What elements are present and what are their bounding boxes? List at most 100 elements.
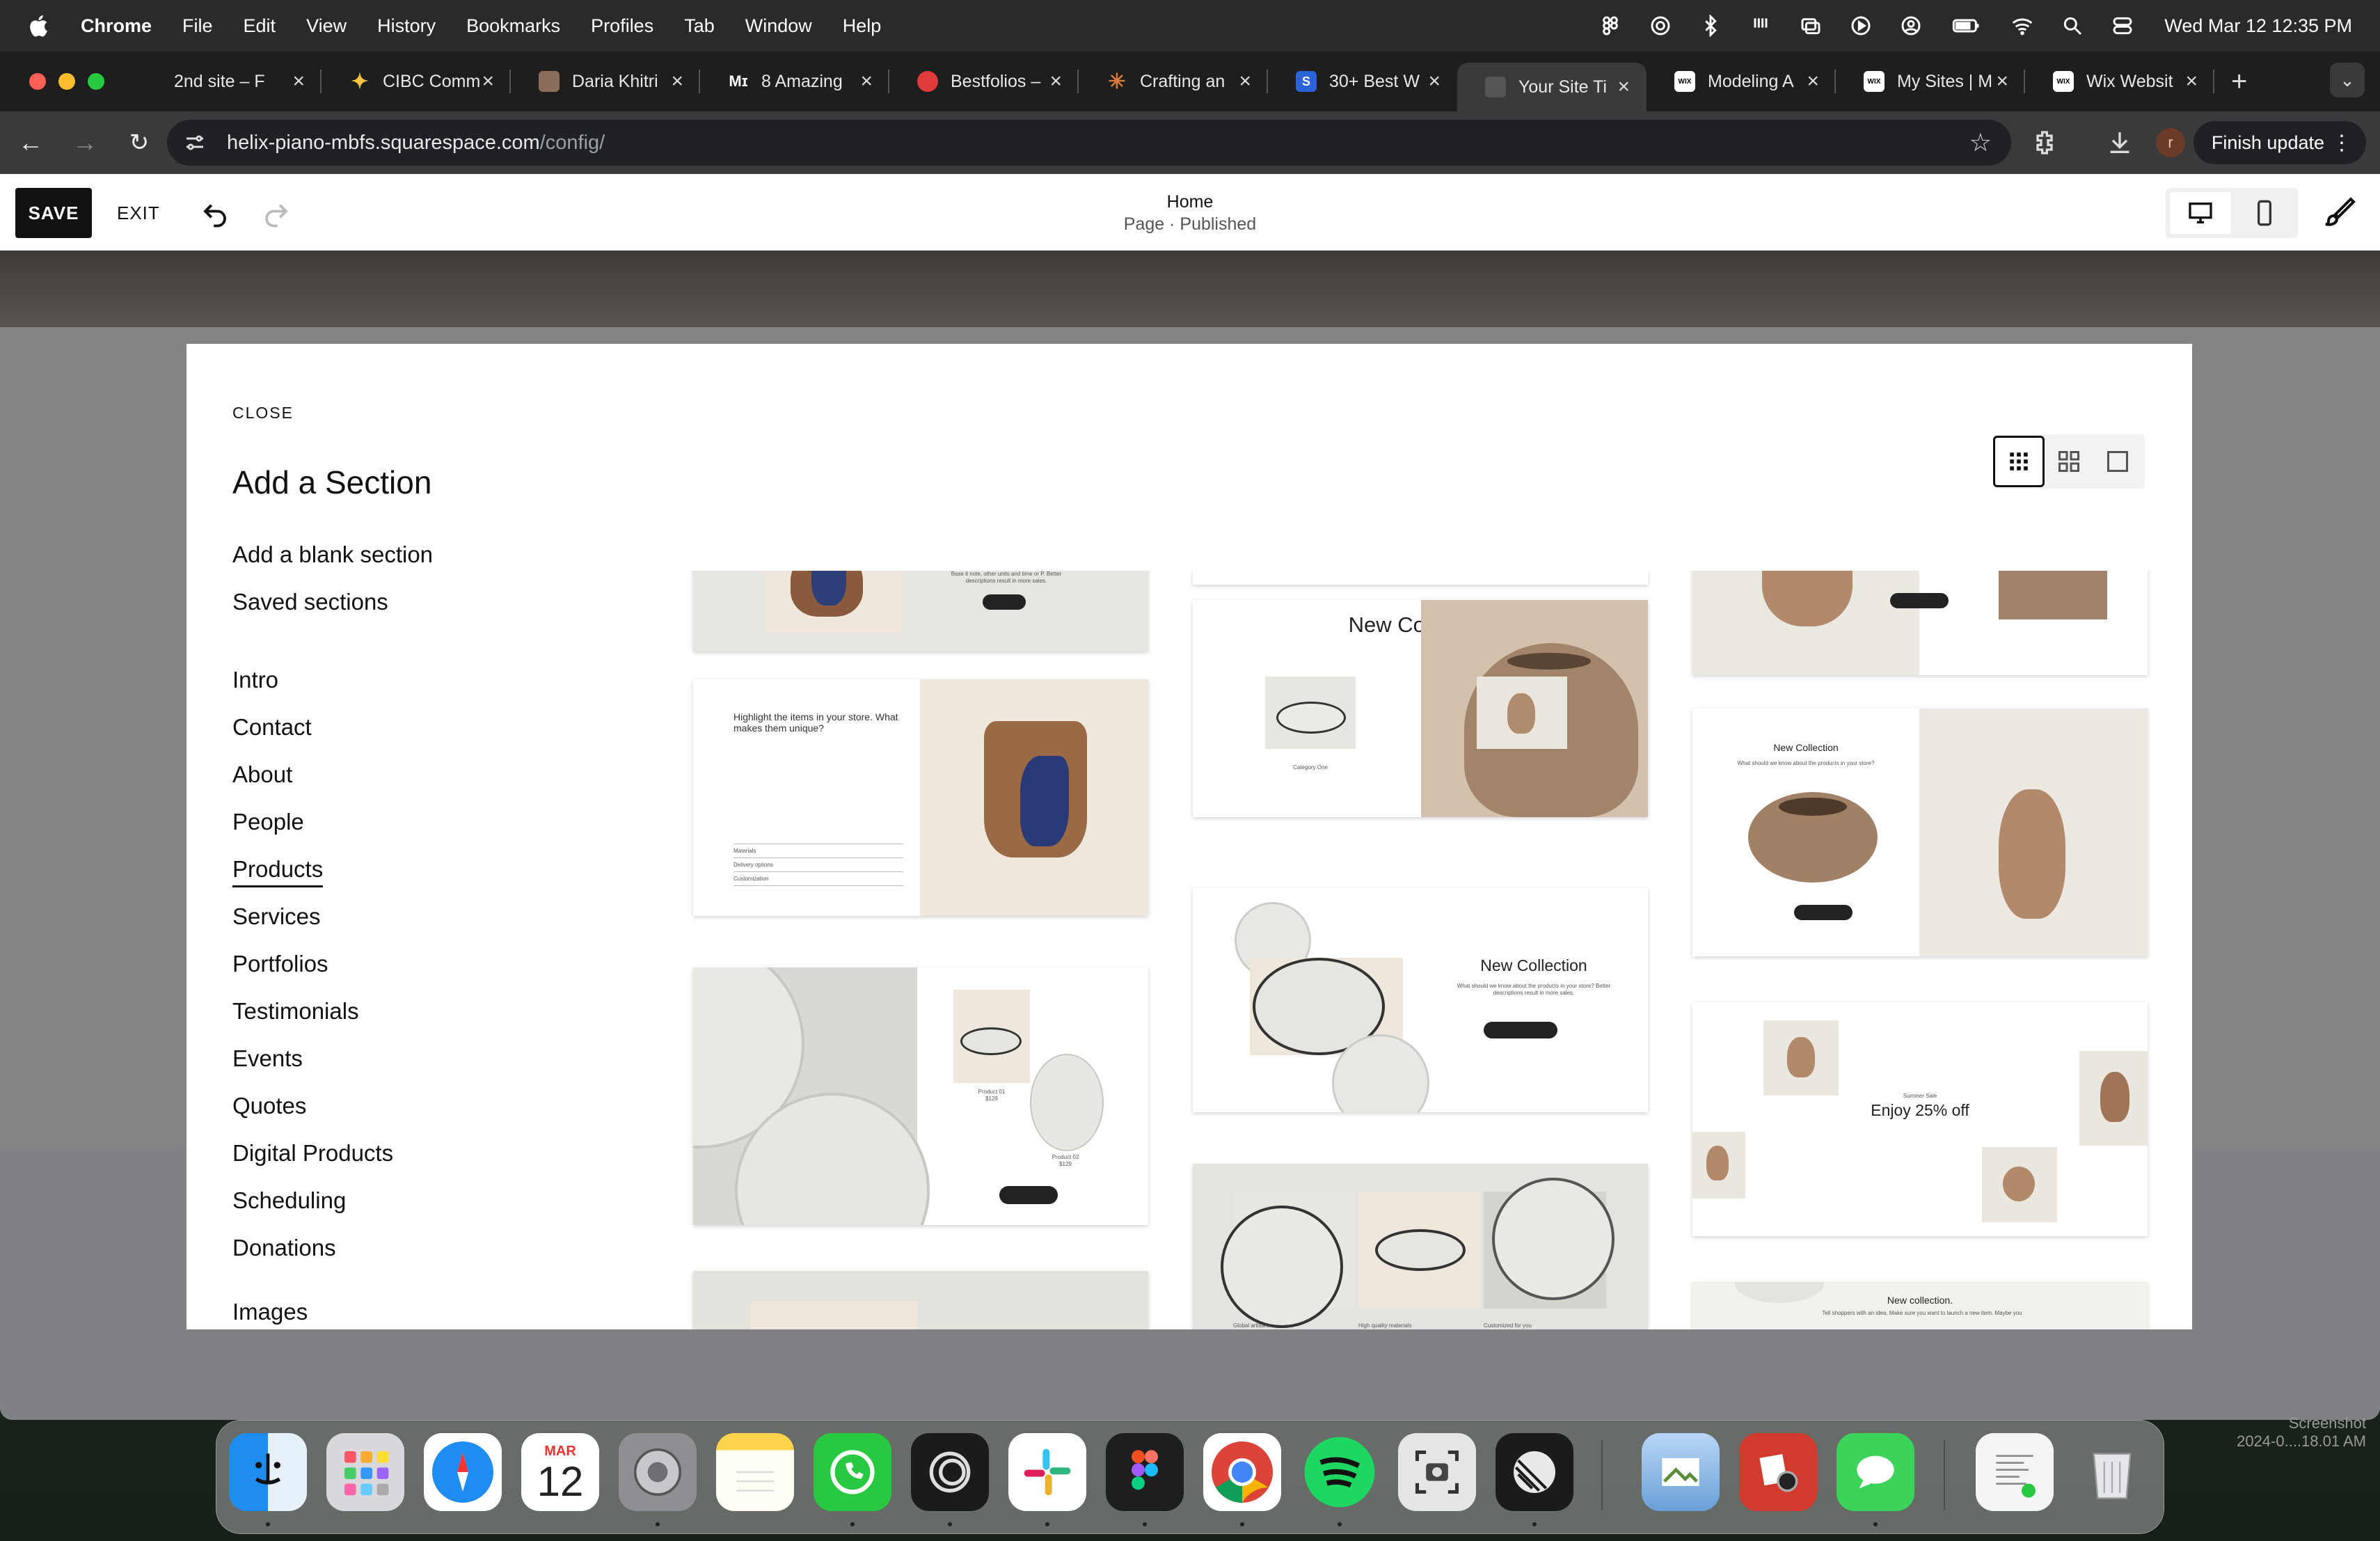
section-preview-card[interactable]: Highlight the items in your store. What … [693, 679, 1148, 916]
forward-button[interactable]: → [70, 127, 100, 158]
menu-history[interactable]: History [377, 15, 436, 37]
messages-icon[interactable] [1836, 1433, 1914, 1511]
bookmark-star-icon[interactable]: ☆ [1969, 128, 1992, 157]
finder-icon[interactable] [229, 1433, 307, 1511]
launchpad-icon[interactable] [326, 1433, 404, 1511]
back-button[interactable]: ← [15, 127, 46, 158]
add-blank-section-link[interactable]: Add a blank section [232, 542, 433, 568]
linear-icon[interactable] [911, 1433, 989, 1511]
menu-window[interactable]: Window [745, 15, 812, 37]
menu-profiles[interactable]: Profiles [591, 15, 653, 37]
menu-file[interactable]: File [182, 15, 213, 37]
wifi-icon[interactable] [2011, 15, 2033, 37]
screenshot-icon[interactable] [1398, 1433, 1476, 1511]
section-preview-card[interactable]: New Collection What should we know about… [1193, 888, 1648, 1112]
whatsapp-icon[interactable] [814, 1433, 891, 1511]
slack-icon[interactable] [1008, 1433, 1086, 1511]
apple-icon[interactable] [26, 13, 53, 39]
preview-icon[interactable] [1642, 1433, 1720, 1511]
tab-close-icon[interactable]: × [1049, 70, 1062, 93]
tab-close-icon[interactable]: × [1807, 70, 1819, 93]
safari-icon[interactable] [424, 1433, 502, 1511]
tab-wix-website[interactable]: WIX Wix Websit × [2025, 57, 2214, 106]
tab-close-icon[interactable]: × [2185, 70, 2198, 93]
tab-close-icon[interactable]: × [292, 70, 305, 93]
section-preview-card[interactable]: Summer Sale Enjoy 25% off [1692, 1002, 2148, 1236]
profile-avatar[interactable]: r [2156, 111, 2185, 174]
desktop-screenshot-label[interactable]: Screenshot 2024-0....18.01 AM [2157, 1414, 2366, 1451]
section-preview-card[interactable]: New collection. Tell shoppers with an id… [1692, 1282, 2148, 1329]
chrome-icon[interactable] [1203, 1433, 1281, 1511]
figma-status-icon[interactable] [1599, 15, 1621, 37]
section-preview-card[interactable] [693, 1271, 1148, 1329]
menu-help[interactable]: Help [843, 15, 882, 37]
tab-daria[interactable]: Daria Khitri × [511, 57, 700, 106]
site-styles-brush-icon[interactable] [2323, 195, 2356, 228]
user-account-icon[interactable] [1900, 15, 1922, 37]
tab-close-icon[interactable]: × [482, 70, 494, 93]
new-tab-button[interactable]: + [2231, 66, 2247, 97]
tab-2nd-site[interactable]: 2nd site – F × [132, 57, 322, 106]
tab-8-amazing[interactable]: Mɪ 8 Amazing × [700, 57, 889, 106]
tab-modeling[interactable]: WIX Modeling A × [1647, 57, 1836, 106]
tab-close-icon[interactable]: × [1239, 70, 1251, 93]
save-button[interactable]: SAVE [15, 188, 92, 238]
trash-icon[interactable] [2073, 1433, 2151, 1511]
section-preview-card[interactable]: Product 01 $129 Product 02 $129 [693, 967, 1148, 1225]
tab-my-sites[interactable]: WIX My Sites | M × [1836, 57, 2025, 106]
small-grid-button[interactable] [1993, 436, 2045, 487]
section-preview-card[interactable]: Global artisans High quality materials C… [1193, 1164, 1648, 1329]
menu-bookmarks[interactable]: Bookmarks [466, 15, 560, 37]
control-center-icon[interactable] [2111, 15, 2134, 37]
airpods-icon[interactable] [1750, 15, 1772, 37]
address-bar[interactable]: helix-piano-mbfs.squarespace.com/config/… [167, 120, 2011, 166]
photo-booth-icon[interactable] [1739, 1433, 1817, 1511]
now-playing-icon[interactable] [1850, 15, 1872, 37]
exit-button[interactable]: EXIT [117, 188, 160, 238]
menu-edit[interactable]: Edit [244, 15, 276, 37]
menu-tab[interactable]: Tab [684, 15, 715, 37]
close-window-button[interactable] [29, 73, 46, 90]
figma-icon[interactable] [1106, 1433, 1184, 1511]
finish-update-button[interactable]: Finish update ⋮ [2193, 121, 2366, 164]
redo-icon[interactable] [262, 199, 291, 228]
minimize-window-button[interactable] [58, 73, 75, 90]
desktop-view-button[interactable] [2170, 192, 2231, 234]
tab-search-button[interactable]: ⌄ [2330, 63, 2365, 97]
tab-close-icon[interactable]: × [1428, 70, 1441, 93]
tab-close-icon[interactable]: × [1996, 70, 2008, 93]
document-thumbnail-icon[interactable] [1976, 1433, 2054, 1511]
screen-mirror-icon[interactable] [1800, 15, 1822, 37]
section-preview-card[interactable] [1193, 571, 1648, 585]
section-preview-card[interactable]: New Collection What should we know about… [1692, 709, 2148, 956]
reload-button[interactable]: ↻ [124, 127, 154, 158]
downloads-icon[interactable] [2106, 111, 2134, 174]
page-title[interactable]: Home [1051, 192, 1329, 212]
mobile-view-button[interactable] [2235, 192, 2294, 234]
single-column-button[interactable] [2092, 436, 2143, 487]
spotify-icon[interactable] [1301, 1433, 1379, 1511]
more-menu-icon[interactable]: ⋮ [2331, 131, 2352, 155]
tab-close-icon[interactable]: × [1617, 75, 1630, 99]
tab-crafting[interactable]: ✳ Crafting an × [1079, 57, 1268, 106]
menu-clock[interactable]: Wed Mar 12 12:35 PM [2164, 15, 2352, 37]
close-button[interactable]: CLOSE [232, 404, 294, 422]
tab-close-icon[interactable]: × [860, 70, 873, 93]
site-info-icon[interactable] [182, 130, 207, 155]
system-settings-icon[interactable] [619, 1433, 697, 1511]
menu-view[interactable]: View [306, 15, 347, 37]
focus-status-icon[interactable] [1649, 15, 1672, 37]
calendar-icon[interactable]: MAR 12 [521, 1433, 599, 1511]
notes-icon[interactable] [716, 1433, 794, 1511]
menu-app-name[interactable]: Chrome [81, 15, 152, 37]
linear-alt-icon[interactable] [1496, 1433, 1573, 1511]
extensions-icon[interactable] [2031, 111, 2058, 174]
zoom-window-button[interactable] [88, 73, 104, 90]
section-preview-card[interactable] [1692, 571, 2148, 675]
spotlight-search-icon[interactable] [2061, 15, 2084, 37]
medium-grid-button[interactable] [2043, 436, 2095, 487]
tab-bestfolios[interactable]: Bestfolios – × [889, 57, 1079, 106]
section-preview-card[interactable]: Base it note, other units and time or P.… [693, 571, 1148, 651]
tab-cibc[interactable]: ✦ CIBC Comm × [322, 57, 511, 106]
tab-close-icon[interactable]: × [671, 70, 683, 93]
